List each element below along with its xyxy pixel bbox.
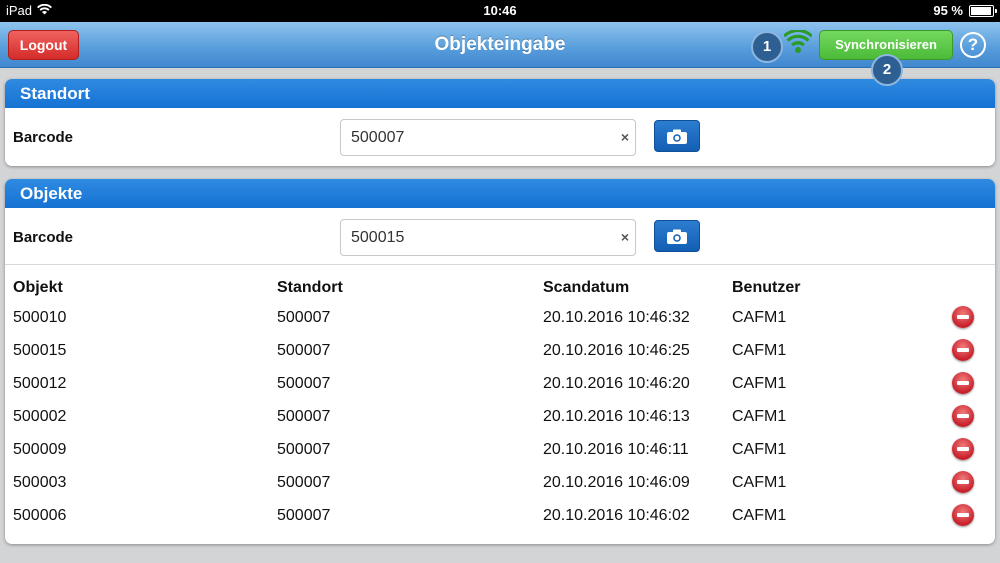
callout-badge-2: 2: [871, 54, 903, 86]
battery-percent: 95 %: [933, 3, 963, 18]
cell-standort: 500007: [277, 441, 331, 458]
objekte-barcode-input[interactable]: [341, 220, 611, 255]
cell-scandatum: 20.10.2016 10:46:09: [543, 474, 690, 491]
cell-objekt: 500002: [13, 408, 67, 425]
help-icon[interactable]: ?: [960, 32, 986, 58]
cell-objekt: 500009: [13, 441, 67, 458]
cell-benutzer: CAFM1: [732, 507, 787, 524]
cell-objekt: 500003: [13, 474, 67, 491]
cell-benutzer: CAFM1: [732, 474, 787, 491]
objekte-table: Objekt Standort Scandatum Benutzer 50001…: [5, 264, 995, 542]
status-bar-right: 95 %: [933, 3, 997, 18]
clear-icon[interactable]: ×: [621, 229, 629, 245]
callout-badge-1: 1: [751, 31, 783, 63]
objekte-barcode-field: ×: [340, 219, 636, 256]
standort-camera-button[interactable]: [654, 120, 700, 152]
cell-scandatum: 20.10.2016 10:46:32: [543, 309, 690, 326]
delete-row-icon[interactable]: [952, 405, 974, 427]
delete-row-icon[interactable]: [952, 504, 974, 526]
table-row: 500003 500007 20.10.2016 10:46:09 CAFM1: [5, 467, 995, 500]
standort-barcode-label: Barcode: [13, 129, 74, 146]
camera-icon: [667, 229, 687, 244]
table-row: 500002 500007 20.10.2016 10:46:13 CAFM1: [5, 401, 995, 434]
standort-panel: Standort Barcode ×: [5, 79, 995, 166]
objekte-barcode-row: Barcode ×: [5, 208, 995, 264]
table-row: 500012 500007 20.10.2016 10:46:20 CAFM1: [5, 368, 995, 401]
cell-standort: 500007: [277, 507, 331, 524]
cell-benutzer: CAFM1: [732, 342, 787, 359]
cell-standort: 500007: [277, 408, 331, 425]
cell-standort: 500007: [277, 309, 331, 326]
cell-standort: 500007: [277, 375, 331, 392]
column-header-scandatum: Scandatum: [543, 279, 630, 296]
cell-objekt: 500015: [13, 342, 67, 359]
wifi-signal-icon: [783, 28, 813, 59]
clear-icon[interactable]: ×: [621, 129, 629, 145]
cell-objekt: 500010: [13, 309, 67, 326]
nav-bar: Logout Objekteingabe 1 Synchronisieren ?: [0, 22, 1000, 68]
objekte-panel: Objekte Barcode × Objekt Standort Scanda…: [5, 179, 995, 544]
delete-row-icon[interactable]: [952, 339, 974, 361]
cell-benutzer: CAFM1: [732, 441, 787, 458]
objekte-header: Objekte: [5, 179, 995, 208]
status-bar: iPad 10:46 95 %: [0, 0, 1000, 22]
cell-objekt: 500012: [13, 375, 67, 392]
delete-row-icon[interactable]: [952, 471, 974, 493]
table-row: 500009 500007 20.10.2016 10:46:11 CAFM1: [5, 434, 995, 467]
table-row: 500015 500007 20.10.2016 10:46:25 CAFM1: [5, 335, 995, 368]
battery-icon: [969, 4, 997, 17]
camera-icon: [667, 129, 687, 144]
cell-scandatum: 20.10.2016 10:46:13: [543, 408, 690, 425]
objekte-barcode-label: Barcode: [13, 229, 74, 246]
cell-standort: 500007: [277, 342, 331, 359]
standort-header: Standort: [5, 79, 995, 108]
delete-row-icon[interactable]: [952, 372, 974, 394]
cell-scandatum: 20.10.2016 10:46:20: [543, 375, 690, 392]
standort-barcode-row: Barcode ×: [5, 108, 995, 164]
standort-barcode-input[interactable]: [341, 120, 611, 155]
cell-objekt: 500006: [13, 507, 67, 524]
column-header-benutzer: Benutzer: [732, 279, 801, 296]
column-header-objekt: Objekt: [13, 279, 63, 296]
table-row: 500006 500007 20.10.2016 10:46:02 CAFM1: [5, 500, 995, 533]
cell-scandatum: 20.10.2016 10:46:25: [543, 342, 690, 359]
column-header-standort: Standort: [277, 279, 343, 296]
table-row: 500010 500007 20.10.2016 10:46:32 CAFM1: [5, 302, 995, 335]
delete-row-icon[interactable]: [952, 306, 974, 328]
status-time: 10:46: [483, 3, 517, 18]
cell-scandatum: 20.10.2016 10:46:02: [543, 507, 690, 524]
cell-standort: 500007: [277, 474, 331, 491]
standort-barcode-field: ×: [340, 119, 636, 156]
delete-row-icon[interactable]: [952, 438, 974, 460]
cell-scandatum: 20.10.2016 10:46:11: [543, 441, 689, 458]
cell-benutzer: CAFM1: [732, 309, 787, 326]
cell-benutzer: CAFM1: [732, 408, 787, 425]
cell-benutzer: CAFM1: [732, 375, 787, 392]
objekte-camera-button[interactable]: [654, 220, 700, 252]
